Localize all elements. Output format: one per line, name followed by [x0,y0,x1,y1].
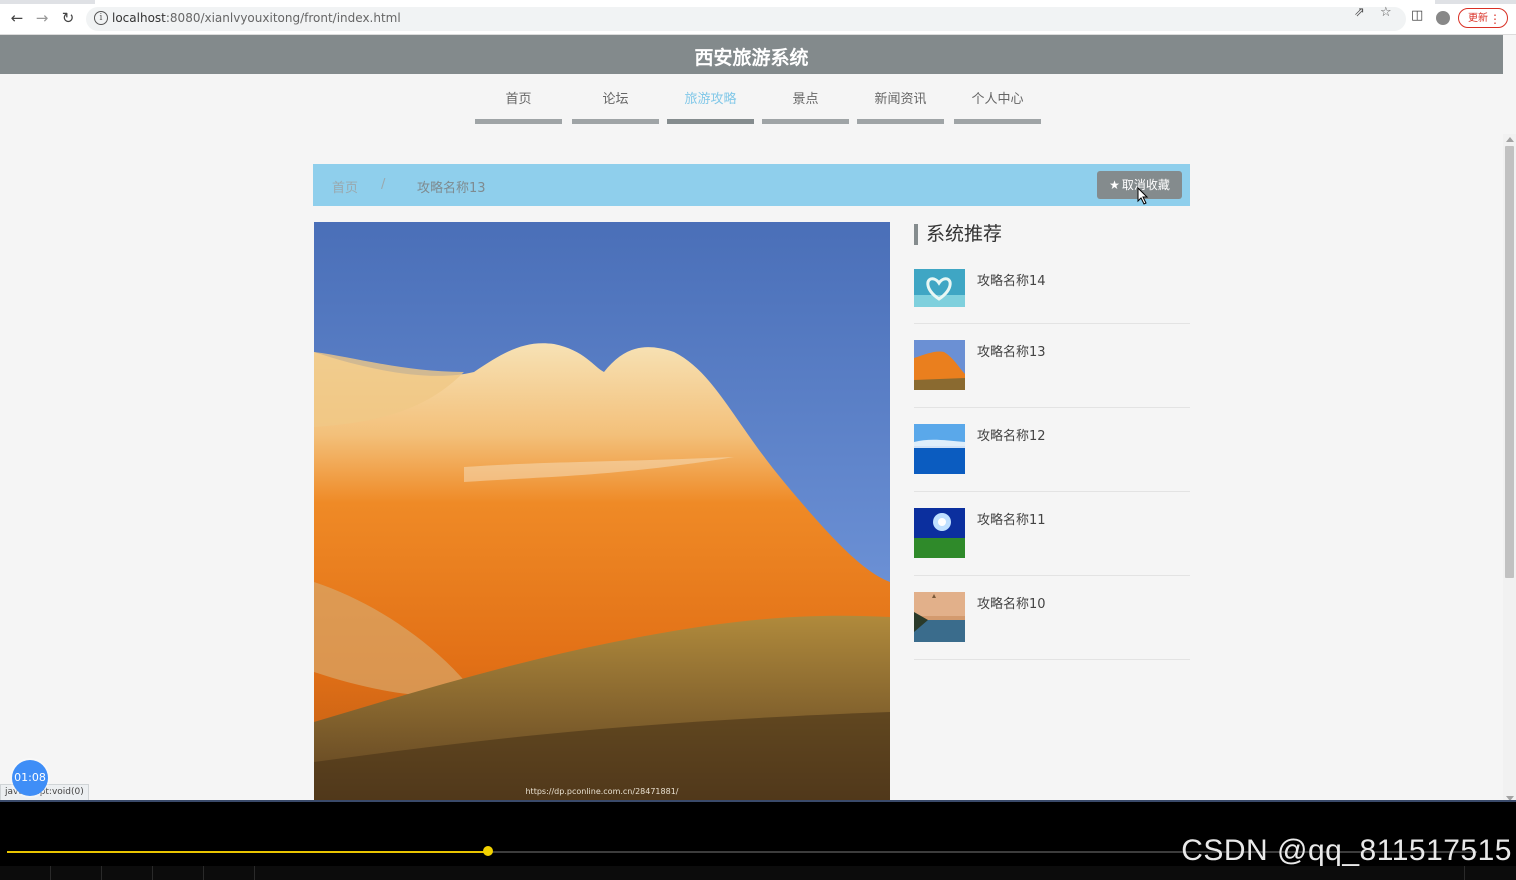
nav-travel-guides[interactable]: 旅游攻略 [667,90,754,124]
tab-strip [0,0,1516,4]
nav-underline [954,119,1041,124]
nav-label: 景点 [792,92,819,107]
recommend-item[interactable]: 攻略名称13 [914,340,1190,408]
control-divider [152,866,153,880]
forward-icon[interactable]: → [34,10,50,26]
recommend-item[interactable]: 攻略名称12 [914,424,1190,492]
nav-home[interactable]: 首页 [475,90,562,124]
share-icon[interactable]: ⇗ [1354,5,1365,20]
recommend-item[interactable]: 攻略名称14 [914,269,1190,324]
mountain-image: https://dp.pconline.com.cn/28471881/ [314,222,890,800]
nav-underline [857,119,944,124]
nav-underline [667,119,754,124]
nav-label: 论坛 [602,92,629,107]
nav-attractions[interactable]: 景点 [762,90,849,124]
player-controls [0,866,1516,880]
profile-avatar-icon[interactable] [1436,11,1450,25]
recommend-title[interactable]: 攻略名称12 [977,425,1046,444]
recommend-item[interactable]: 攻略名称10 [914,592,1190,660]
recommend-title[interactable]: 攻略名称11 [977,509,1046,528]
control-divider [1464,866,1465,880]
recommend-title[interactable]: 攻略名称10 [977,593,1046,612]
control-divider [101,866,102,880]
nav-label: 新闻资讯 [874,92,927,107]
recording-timer[interactable]: 01:08 [12,760,48,796]
scrollbar-thumb[interactable] [1505,146,1514,578]
image-caption: https://dp.pconline.com.cn/28471881/ [525,787,678,796]
nav-underline [475,119,562,124]
url-path: :8080/xianlvyouxitong/front/index.html [165,11,401,25]
breadcrumb: 首页 / 攻略名称13 ★ 取消收藏 [313,164,1190,206]
nav-label: 旅游攻略 [684,92,737,107]
recommend-item[interactable]: 攻略名称11 [914,508,1190,576]
breadcrumb-separator: / [381,177,386,192]
recommend-thumbnail[interactable] [914,508,965,558]
control-divider [203,866,204,880]
browser-toolbar: ← → ↻ i localhost:8080/xianlvyouxitong/f… [0,0,1516,35]
nav-user-center[interactable]: 个人中心 [954,90,1041,124]
guide-main-image: https://dp.pconline.com.cn/28471881/ [314,222,890,800]
menu-dots-icon: ⋮ [1489,12,1501,26]
nav-underline [572,119,659,124]
progress-knob[interactable] [483,846,493,856]
scroll-up-icon[interactable] [1506,137,1514,142]
recommend-thumbnail[interactable] [914,269,965,307]
csdn-watermark: CSDN @qq_811517515 [1181,834,1512,867]
progress-fill [7,851,488,853]
recommend-thumbnail[interactable] [914,592,965,642]
player-top-border [0,800,1516,802]
nav-news[interactable]: 新闻资讯 [857,90,944,124]
recommend-thumbnail[interactable] [914,424,965,474]
recommend-thumbnail[interactable] [914,340,965,390]
mouse-cursor-icon [1137,187,1149,205]
star-icon: ★ [1109,178,1120,192]
site-info-icon[interactable]: i [94,11,108,25]
site-header: 西安旅游系统 [0,35,1503,74]
address-bar[interactable]: i localhost:8080/xianlvyouxitong/front/i… [86,7,1406,31]
update-button[interactable]: 更新 ⋮ [1458,8,1508,28]
nav-label: 首页 [505,92,532,107]
back-icon[interactable]: ← [9,10,25,26]
url-host: localhost [112,11,166,25]
recommend-title[interactable]: 攻略名称13 [977,341,1046,360]
nav-forum[interactable]: 论坛 [572,90,659,124]
active-tab[interactable] [95,0,1435,4]
url-text: localhost:8080/xianlvyouxitong/front/ind… [112,11,401,25]
nav-label: 个人中心 [971,92,1024,107]
sidebar-title: 系统推荐 [914,224,1002,245]
side-panel-icon[interactable]: ◫ [1411,8,1423,23]
breadcrumb-current: 攻略名称13 [417,181,486,196]
breadcrumb-home[interactable]: 首页 [332,177,358,196]
recommend-title[interactable]: 攻略名称14 [977,270,1046,289]
site-title: 西安旅游系统 [694,47,809,69]
update-label: 更新 [1468,13,1488,24]
control-divider [50,866,51,880]
bookmark-star-icon[interactable]: ☆ [1380,5,1392,20]
control-divider [254,866,255,880]
nav-underline [762,119,849,124]
reload-icon[interactable]: ↻ [60,10,76,26]
